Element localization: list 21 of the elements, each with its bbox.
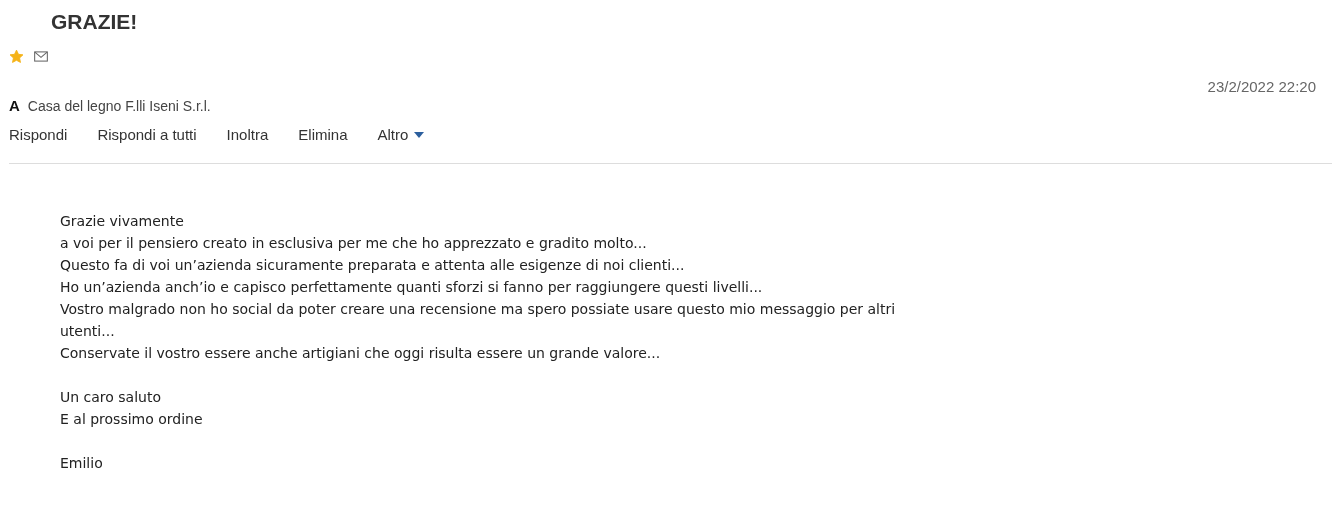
action-button[interactable]: Rispondi a tutti xyxy=(97,126,197,143)
message-text: Ho un’azienda anch’io e capisco perfettamente quanti sforzi si fanno per raggiungere questi livelli... xyxy=(60,278,764,297)
envelope-icon[interactable] xyxy=(34,50,48,62)
action-button[interactable]: Elimina xyxy=(298,126,348,143)
message-text: Emilio xyxy=(60,454,104,473)
message-text: E al prossimo ordine xyxy=(60,410,204,429)
message-text: Questo fa di voi un’azienda sicuramente preparata e attenta alle esigenze di noi clienti... xyxy=(60,256,686,275)
recipient-name[interactable]: Casa del legno F.lli Iseni S.r.l. xyxy=(27,98,211,114)
recipient-label: A xyxy=(9,97,20,114)
action-button[interactable]: Rispondi xyxy=(9,126,68,143)
message-date: 23/2/2022 22:20 xyxy=(1207,78,1316,95)
action-button[interactable]: Inoltra xyxy=(226,126,269,143)
message-text: Un caro saluto xyxy=(60,388,162,407)
star-icon[interactable] xyxy=(9,48,24,64)
message-text: Grazie vivamente xyxy=(60,212,185,231)
message-text: Conservate il vostro essere anche artigiani che oggi risulta essere un grande valore... xyxy=(60,344,662,363)
more-dropdown[interactable]: Altro xyxy=(377,126,425,143)
caret-icon xyxy=(414,131,425,138)
message-text: Vostro malgrado non ho social da poter creare una recensione ma spero possiate usare questo mio messaggio per altri utenti... xyxy=(60,300,897,341)
message-text: a voi per il pensiero creato in esclusiva per me che ho apprezzato e gradito molto... xyxy=(60,234,648,253)
email-subject: GRAZIE! xyxy=(51,9,138,35)
